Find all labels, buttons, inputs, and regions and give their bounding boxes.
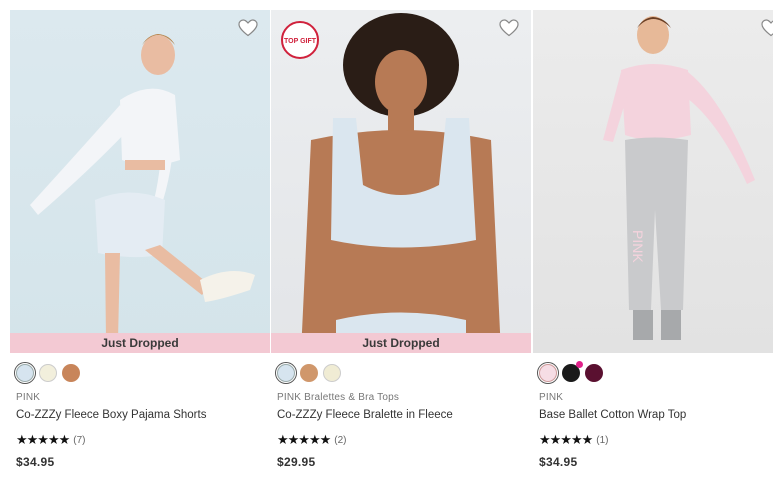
product-card[interactable]: Just Dropped PINK Co-ZZZy Fleece Boxy Pa… [10, 10, 270, 472]
color-swatch[interactable] [275, 362, 297, 384]
just-dropped-banner: Just Dropped [271, 333, 531, 353]
model-photo: PINK [603, 16, 755, 340]
product-name[interactable]: Co-ZZZy Fleece Boxy Pajama Shorts [16, 409, 206, 421]
product-rating: ★★★★★ (7) [16, 432, 86, 448]
product-image[interactable]: PINK [533, 10, 773, 353]
color-swatch[interactable] [62, 364, 80, 382]
color-swatch[interactable] [323, 364, 341, 382]
product-image[interactable]: Just Dropped [10, 10, 270, 353]
product-brand: PINK Bralettes & Bra Tops [277, 392, 400, 403]
product-brand: PINK [539, 392, 564, 403]
color-swatch[interactable] [300, 364, 318, 382]
product-name[interactable]: Base Ballet Cotton Wrap Top [539, 409, 686, 421]
favorite-heart-icon[interactable] [238, 19, 258, 37]
product-price: $34.95 [16, 455, 55, 469]
color-swatch[interactable] [562, 361, 583, 382]
top-gift-badge: TOP GIFT [281, 21, 319, 59]
review-count[interactable]: (1) [596, 435, 608, 446]
just-dropped-banner: Just Dropped [10, 333, 270, 353]
star-icon: ★★★★★ [16, 432, 70, 447]
svg-text:PINK: PINK [630, 230, 646, 263]
product-name[interactable]: Co-ZZZy Fleece Bralette in Fleece [277, 409, 453, 421]
color-swatch[interactable] [585, 364, 603, 382]
pink-dot-icon [576, 361, 583, 368]
color-swatch[interactable] [14, 362, 36, 384]
product-card[interactable]: PINK PINK Base Ballet Cotton Wrap Top ★★… [533, 10, 773, 472]
star-icon: ★★★★★ [277, 432, 331, 447]
product-price: $29.95 [277, 455, 316, 469]
product-card[interactable]: TOP GIFT Just Dropped PINK Bralettes & B… [271, 10, 531, 472]
color-swatch[interactable] [537, 362, 559, 384]
star-icon: ★★★★★ [539, 432, 593, 447]
color-swatches [14, 362, 80, 384]
color-swatches [537, 361, 603, 384]
product-price: $34.95 [539, 455, 578, 469]
favorite-heart-icon[interactable] [761, 19, 773, 37]
color-swatches [275, 362, 341, 384]
product-rating: ★★★★★ (2) [277, 432, 347, 448]
color-swatch[interactable] [39, 364, 57, 382]
review-count[interactable]: (7) [73, 435, 85, 446]
review-count[interactable]: (2) [334, 435, 346, 446]
product-image[interactable]: TOP GIFT Just Dropped [271, 10, 531, 353]
product-brand: PINK [16, 392, 41, 403]
model-photo [301, 13, 501, 353]
model-photo [30, 34, 255, 340]
product-rating: ★★★★★ (1) [539, 432, 609, 448]
favorite-heart-icon[interactable] [499, 19, 519, 37]
